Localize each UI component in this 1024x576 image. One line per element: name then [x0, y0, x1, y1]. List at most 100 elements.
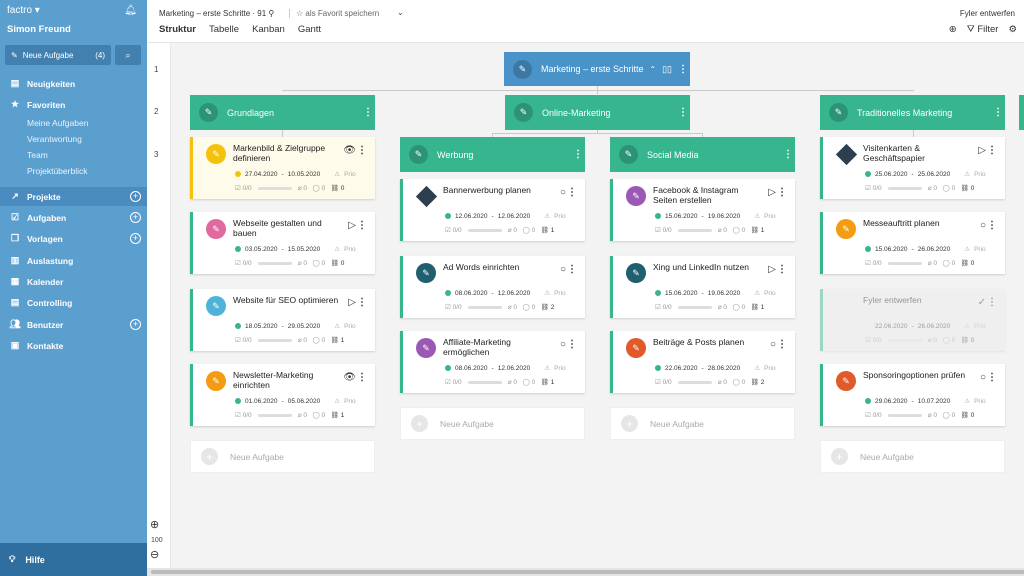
chevron-down-icon[interactable]: ⌄: [397, 8, 404, 17]
more-icon[interactable]: ⋮: [357, 145, 367, 156]
more-icon[interactable]: ⋮: [987, 145, 997, 156]
node-werbung[interactable]: ✎ Werbung ⋮: [400, 137, 585, 172]
task-title[interactable]: Beiträge & Posts planen: [653, 337, 763, 347]
more-icon[interactable]: ⋮: [777, 187, 787, 198]
task-title[interactable]: Facebook & Instagram Seiten erstellen: [653, 185, 763, 205]
status-circle-icon[interactable]: ○: [980, 220, 986, 231]
more-icon[interactable]: ⋮: [676, 107, 690, 118]
more-icon[interactable]: ⋮: [361, 107, 375, 118]
current-task-label[interactable]: Fyler entwerfen: [960, 9, 1015, 18]
new-task-button[interactable]: + Neue Aufgabe: [610, 407, 795, 440]
pencil-icon[interactable]: ✎: [626, 338, 646, 358]
more-icon[interactable]: ⋮: [987, 372, 997, 383]
nav-projekte[interactable]: ↗ Projekte +: [0, 187, 147, 206]
play-icon[interactable]: ▷: [348, 297, 356, 308]
filter-button[interactable]: ⛛ Filter: [967, 24, 999, 35]
play-icon[interactable]: ▷: [978, 145, 986, 156]
status-circle-icon[interactable]: ○: [560, 264, 566, 275]
nav-projektueberblick[interactable]: Projektüberblick: [27, 166, 87, 176]
task-title[interactable]: Fyler entwerfen: [863, 295, 973, 305]
nav-aufgaben[interactable]: ☑ Aufgaben +: [0, 208, 147, 227]
pencil-icon[interactable]: ✎: [206, 144, 226, 164]
node-social-media[interactable]: ✎ Social Media ⋮: [610, 137, 795, 172]
user-name[interactable]: Simon Freund: [7, 24, 71, 35]
more-icon[interactable]: ⋮: [567, 339, 577, 350]
more-icon[interactable]: ⋮: [567, 264, 577, 275]
pencil-icon[interactable]: ✎: [416, 263, 436, 283]
zoom-in-icon[interactable]: ⊕: [150, 518, 159, 531]
tab-struktur[interactable]: Struktur: [159, 24, 196, 35]
task-card[interactable]: ✎ Ad Words einrichten ○ ⋮ 08.06.2020- 12.…: [400, 256, 585, 318]
bell-icon[interactable]: 🔔︎: [124, 5, 137, 16]
task-title[interactable]: Ad Words einrichten: [443, 262, 553, 272]
nav-team[interactable]: Team: [27, 150, 48, 160]
task-title[interactable]: Markenbild & Zielgruppe definieren: [233, 143, 343, 163]
tab-kanban[interactable]: Kanban: [252, 24, 285, 35]
nav-kalender[interactable]: ▦ Kalender: [0, 272, 147, 291]
task-title[interactable]: Webseite gestalten und bauen: [233, 218, 343, 238]
task-card[interactable]: Bannerwerbung planen ○ ⋮ 12.06.2020- 12.…: [400, 179, 585, 241]
more-icon[interactable]: ⋮: [357, 220, 367, 231]
task-card[interactable]: ✎ Xing und LinkedIn nutzen ▷ ⋮ 15.06.2020…: [610, 256, 795, 318]
scrollbar-thumb[interactable]: [151, 570, 1024, 574]
more-icon[interactable]: ⋮: [571, 149, 585, 160]
eye-icon[interactable]: 👁: [343, 372, 356, 383]
pencil-icon[interactable]: ✎: [836, 371, 856, 391]
horizontal-scrollbar[interactable]: [147, 568, 1024, 576]
play-icon[interactable]: ▷: [768, 187, 776, 198]
task-title[interactable]: Visitenkarten & Geschäftspapier: [863, 143, 973, 163]
more-icon[interactable]: ⋮: [987, 220, 997, 231]
add-icon[interactable]: ⊕: [949, 24, 957, 35]
node-online-marketing[interactable]: ✎ Online-Marketing ⋮: [505, 95, 690, 130]
node-traditionelles-marketing[interactable]: ✎ Traditionelles Marketing ⋮: [820, 95, 1005, 130]
milestone-icon[interactable]: [415, 185, 438, 208]
pencil-icon[interactable]: ✎: [626, 263, 646, 283]
pencil-icon[interactable]: ✎: [199, 103, 218, 122]
project-title[interactable]: Marketing – erste Schritte · 91 ⚲: [159, 9, 274, 18]
more-icon[interactable]: ⋮: [357, 297, 367, 308]
status-circle-icon[interactable]: ○: [980, 372, 986, 383]
pencil-icon[interactable]: ✎: [514, 103, 533, 122]
nav-neuigkeiten[interactable]: ▤ Neuigkeiten: [0, 74, 147, 93]
task-card[interactable]: Fyler entwerfen ✓ ⋮ 22.06.2020- 26.06.20…: [820, 289, 1005, 351]
play-icon[interactable]: ▷: [348, 220, 356, 231]
new-task-button[interactable]: + Neue Aufgabe: [820, 440, 1005, 473]
tab-tabelle[interactable]: Tabelle: [209, 24, 239, 35]
task-title[interactable]: Sponsoringoptionen prüfen: [863, 370, 973, 380]
add-user-icon[interactable]: +: [130, 319, 141, 330]
nav-favoriten[interactable]: ★ Favoriten: [0, 95, 147, 114]
status-circle-icon[interactable]: ○: [770, 339, 776, 350]
nav-meine-aufgaben[interactable]: Meine Aufgaben: [27, 118, 88, 128]
root-node[interactable]: ✎ Marketing – erste Schritte ⌃ ▯▯ ⋮: [504, 52, 690, 86]
help-button[interactable]: 💡︎ Hilfe: [0, 543, 147, 576]
more-icon[interactable]: ⋮: [357, 372, 367, 383]
pencil-icon[interactable]: ✎: [206, 371, 226, 391]
nav-benutzer[interactable]: 👥︎ Benutzer +: [0, 315, 147, 334]
status-circle-icon[interactable]: ○: [560, 339, 566, 350]
new-task-button[interactable]: + Neue Aufgabe: [190, 440, 375, 473]
collapse-icon[interactable]: ⌃: [649, 65, 656, 74]
add-task-icon[interactable]: +: [130, 212, 141, 223]
task-card[interactable]: ✎ Newsletter-Marketing einrichten 👁 ⋮ 01.…: [190, 364, 375, 426]
node-grundlagen[interactable]: ✎ Grundlagen ⋮: [190, 95, 375, 130]
play-icon[interactable]: ▷: [768, 264, 776, 275]
pencil-icon[interactable]: ✎: [409, 145, 428, 164]
task-card[interactable]: ✎ Beiträge & Posts planen ○ ⋮ 22.06.2020-…: [610, 331, 795, 393]
task-title[interactable]: Affiliate-Marketing ermöglichen: [443, 337, 553, 357]
milestone-icon[interactable]: [835, 143, 858, 166]
more-icon[interactable]: ⋮: [777, 339, 787, 350]
more-icon[interactable]: ⋮: [676, 64, 690, 75]
task-card[interactable]: ✎ Affiliate-Marketing ermöglichen ○ ⋮ 08.…: [400, 331, 585, 393]
task-title[interactable]: Messeauftritt planen: [863, 218, 973, 228]
more-icon[interactable]: ⋮: [987, 297, 997, 308]
tab-gantt[interactable]: Gantt: [298, 24, 321, 35]
add-template-icon[interactable]: +: [130, 233, 141, 244]
new-task-button[interactable]: ✎ Neue Aufgabe (4): [5, 45, 111, 65]
task-card[interactable]: ✎ Website für SEO optimieren ▷ ⋮ 18.05.20…: [190, 289, 375, 351]
pencil-icon[interactable]: ✎: [626, 186, 646, 206]
pencil-icon[interactable]: ✎: [829, 103, 848, 122]
node-offscreen[interactable]: [1019, 95, 1024, 130]
pin-icon[interactable]: ⚲: [268, 9, 274, 18]
search-button[interactable]: ⌕: [115, 45, 141, 65]
more-icon[interactable]: ⋮: [567, 187, 577, 198]
